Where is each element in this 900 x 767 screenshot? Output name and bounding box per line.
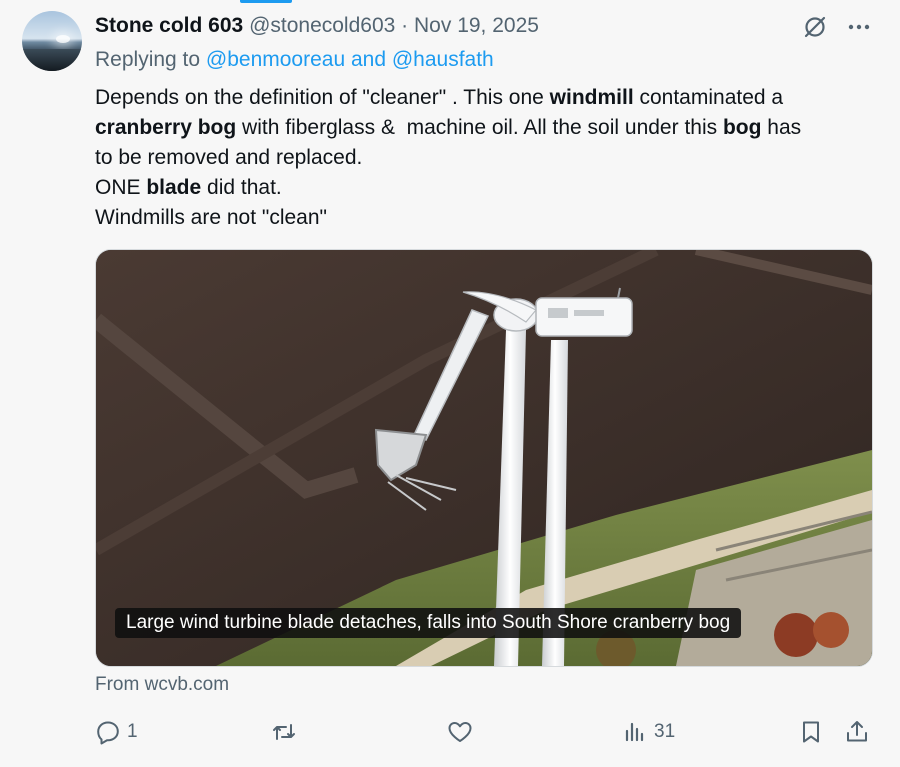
avatar-sun [56, 35, 70, 43]
tweet-body: Depends on the definition of "cleaner" .… [95, 83, 885, 233]
body-highlight: bog [722, 116, 762, 139]
tweet-date[interactable]: Nov 19, 2025 [414, 14, 539, 37]
reply-icon [95, 719, 121, 745]
tweet-actions: 1 31 [0, 712, 900, 752]
turbine-photo [96, 250, 872, 666]
body-line-1: Depends on the definition of "cleaner" .… [95, 83, 885, 113]
share-button[interactable] [844, 712, 870, 752]
avatar-shore [22, 49, 82, 71]
header-separator: · [401, 14, 409, 37]
body-line-5: Windmills are not "clean" [95, 206, 327, 229]
bookmark-button[interactable] [798, 712, 824, 752]
body-text: contaminated a [633, 86, 784, 109]
repost-icon [270, 719, 298, 745]
author-handle[interactable]: @stonecold603 [249, 14, 395, 37]
replying-to: Replying to @benmooreau and @hausfath [95, 47, 494, 73]
like-icon [446, 719, 474, 745]
media-caption: Large wind turbine blade detaches, falls… [115, 608, 742, 638]
views-button[interactable]: 31 [622, 712, 675, 752]
body-highlight: cranberry bog [95, 116, 237, 139]
replying-to-users[interactable]: @benmooreau and @hausfath [206, 48, 494, 71]
views-count: 31 [654, 721, 676, 742]
views-icon [622, 719, 648, 745]
body-highlight: windmill [549, 86, 634, 109]
top-accent-bar [240, 0, 292, 3]
body-line-4: ONE blade did that. [95, 173, 885, 203]
body-highlight: blade [146, 176, 202, 199]
body-text: has [761, 116, 802, 139]
tweet-header: Stone cold 603 @stonecold603 · Nov 19, 2… [95, 13, 539, 39]
reply-count: 1 [127, 721, 138, 742]
grok-icon[interactable] [800, 12, 830, 42]
body-text: with fiberglass & machine oil. All the s… [236, 116, 723, 139]
replying-prefix: Replying to [95, 48, 201, 71]
media-card[interactable]: Large wind turbine blade detaches, falls… [95, 249, 873, 667]
like-button[interactable] [446, 712, 480, 752]
share-icon [844, 719, 870, 745]
body-text: did that. [201, 176, 282, 199]
reply-button[interactable]: 1 [95, 712, 138, 752]
avatar[interactable] [22, 11, 82, 71]
body-text: ONE [95, 176, 147, 199]
body-line-2: cranberry bog with fiberglass & machine … [95, 113, 885, 143]
repost-button[interactable] [270, 712, 304, 752]
header-actions [800, 12, 874, 42]
more-icon[interactable] [844, 12, 874, 42]
body-line-3: to be removed and replaced. [95, 146, 363, 169]
body-text: Depends on the definition of "cleaner" .… [95, 86, 550, 109]
author-name[interactable]: Stone cold 603 [95, 14, 243, 37]
bookmark-icon [798, 719, 824, 745]
link-source[interactable]: From wcvb.com [95, 674, 229, 696]
